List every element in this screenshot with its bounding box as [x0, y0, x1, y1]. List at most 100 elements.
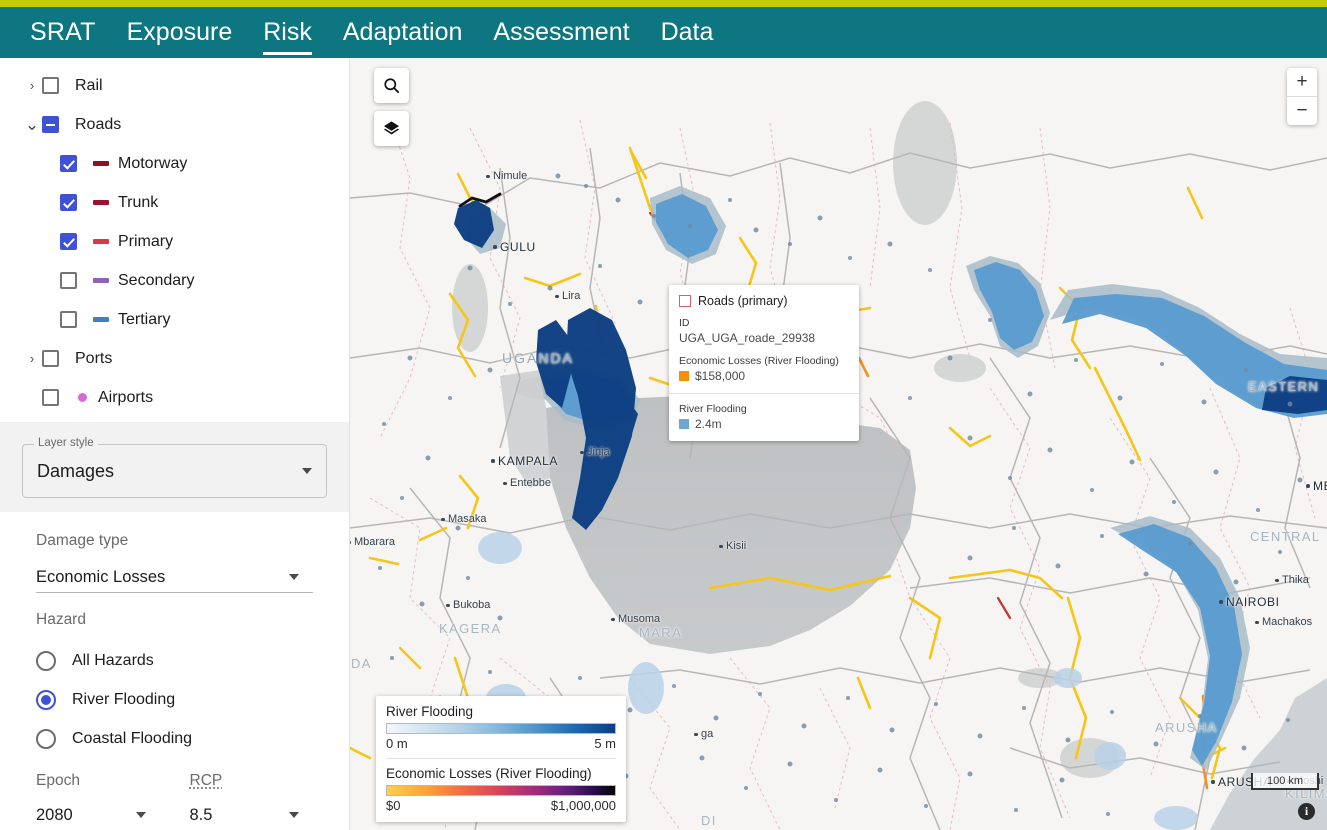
map-info-button[interactable]: i — [1298, 803, 1315, 820]
application-root: SRAT Exposure Risk Adaptation Assessment… — [0, 0, 1327, 830]
popup-value-id: UGA_UGA_roade_29938 — [679, 331, 816, 345]
map-city-dot-icon — [611, 617, 615, 622]
popup-key-economic-losses: Economic Losses (River Flooding) — [679, 355, 839, 367]
map-legend: River Flooding 0 m 5 m Economic Losses (… — [376, 696, 626, 822]
epoch-rcp-row: Epoch 2080 RCP 8.5 — [36, 772, 313, 830]
layer-style-select[interactable]: Layer style Damages — [22, 437, 327, 498]
damage-type-value: Economic Losses — [36, 567, 166, 586]
map-city-dot-icon — [1306, 484, 1310, 488]
map-city-dot-icon — [580, 450, 584, 455]
tree-item-label: Primary — [118, 232, 174, 250]
legend-gradient-economic-losses — [386, 785, 616, 796]
map-city-dot-icon — [1211, 780, 1215, 784]
hazard-label: Hazard — [36, 611, 86, 628]
hazard-radio-group: All Hazards River Flooding Coastal Floodin… — [36, 641, 313, 758]
tree-item-ports[interactable]: › Ports — [0, 339, 349, 378]
map-city-dot-icon — [694, 732, 698, 737]
economic-losses-swatch-icon — [679, 371, 689, 381]
hazard-option-label: River Flooding — [72, 690, 176, 708]
river-flooding-swatch-icon — [679, 419, 689, 429]
legend-min-river-flooding: 0 m — [386, 736, 408, 751]
popup-primary-section: Roads (primary) ID UGA_UGA_roade_29938 E… — [669, 285, 859, 393]
tree-item-primary[interactable]: Primary — [0, 222, 349, 261]
app-brand[interactable]: SRAT — [30, 7, 96, 58]
nav-item-assessment[interactable]: Assessment — [493, 7, 629, 58]
app-header: SRAT Exposure Risk Adaptation Assessment… — [0, 7, 1327, 58]
layer-style-value: Damages — [37, 460, 115, 481]
nav-item-risk[interactable]: Risk — [263, 7, 312, 58]
popup-value-river-flooding: 2.4m — [679, 417, 849, 431]
checkbox-trunk[interactable] — [60, 194, 77, 211]
epoch-label: Epoch — [36, 772, 80, 789]
nav-item-adaptation[interactable]: Adaptation — [343, 7, 463, 58]
tree-item-rail[interactable]: › Rail — [0, 66, 349, 105]
popup-key-id: ID — [679, 317, 690, 329]
search-icon — [384, 78, 400, 94]
tree-item-label: Airports — [98, 388, 154, 406]
chevron-down-icon — [289, 574, 299, 580]
legend-title-river-flooding: River Flooding — [386, 704, 474, 719]
legend-title-economic-losses: Economic Losses (River Flooding) — [386, 766, 592, 781]
map-city-dot-icon — [1219, 600, 1223, 604]
tree-item-secondary[interactable]: Secondary — [0, 261, 349, 300]
road-swatch-icon — [679, 295, 691, 307]
search-button[interactable] — [374, 68, 409, 103]
zoom-in-button[interactable]: + — [1287, 68, 1317, 96]
hazard-option-river-flooding[interactable]: River Flooding — [36, 680, 313, 719]
damage-type-label: Damage type — [36, 532, 129, 549]
left-sidebar: › Rail ⌄ Roads Motorway Trunk Primary Secondary… — [0, 58, 350, 830]
checkbox-roads[interactable] — [42, 116, 59, 133]
map-city-dot-icon — [719, 544, 723, 549]
chevron-down-icon[interactable]: ⌄ — [22, 116, 42, 133]
main-navigation: Exposure Risk Adaptation Assessment Data — [127, 7, 714, 58]
radio-icon[interactable] — [36, 650, 56, 671]
nav-item-data[interactable]: Data — [661, 7, 714, 58]
chevron-right-icon[interactable]: › — [22, 78, 42, 93]
checkbox-airports[interactable] — [42, 389, 59, 406]
tree-item-tertiary[interactable]: Tertiary — [0, 300, 349, 339]
chevron-down-icon — [289, 812, 299, 818]
line-swatch-icon — [93, 200, 109, 205]
hazard-option-label: All Hazards — [72, 651, 154, 669]
hazard-option-all-hazards[interactable]: All Hazards — [36, 641, 313, 680]
tree-item-label: Secondary — [118, 271, 195, 289]
line-swatch-icon — [93, 161, 109, 166]
radio-icon[interactable] — [36, 689, 56, 710]
zoom-out-button[interactable]: − — [1287, 96, 1317, 125]
checkbox-motorway[interactable] — [60, 155, 77, 172]
radio-icon[interactable] — [36, 728, 56, 749]
checkbox-primary[interactable] — [60, 233, 77, 250]
epoch-select[interactable]: 2080 — [36, 800, 160, 830]
hazard-option-coastal-flooding[interactable]: Coastal Flooding — [36, 719, 313, 758]
tree-item-airports[interactable]: ›Airports — [0, 378, 349, 417]
chevron-right-icon[interactable]: › — [22, 351, 42, 366]
layers-button[interactable] — [374, 111, 409, 146]
checkbox-rail[interactable] — [42, 77, 59, 94]
tree-item-label: Rail — [75, 76, 103, 94]
map-city-dot-icon — [446, 603, 450, 608]
tree-item-label: Motorway — [118, 154, 188, 172]
damage-options-card: Damage type Economic Losses Hazard All H… — [0, 512, 349, 830]
rcp-select[interactable]: 8.5 — [190, 800, 314, 830]
checkbox-tertiary[interactable] — [60, 311, 77, 328]
line-swatch-icon — [93, 278, 109, 283]
legend-block-river-flooding: River Flooding 0 m 5 m — [386, 704, 616, 751]
legend-max-river-flooding: 5 m — [594, 736, 616, 751]
line-swatch-icon — [93, 239, 109, 244]
tree-item-trunk[interactable]: Trunk — [0, 183, 349, 222]
damage-type-select[interactable]: Economic Losses — [36, 562, 313, 593]
popup-value-economic-losses: $158,000 — [679, 369, 849, 383]
popup-secondary-section: River Flooding 2.4m — [669, 393, 859, 441]
tree-item-motorway[interactable]: Motorway — [0, 144, 349, 183]
tree-item-roads[interactable]: ⌄ Roads — [0, 105, 349, 144]
nav-item-exposure[interactable]: Exposure — [127, 7, 233, 58]
map-city-dot-icon — [1275, 578, 1279, 583]
tree-item-label: Ports — [75, 349, 113, 367]
legend-min-economic-losses: $0 — [386, 798, 401, 813]
checkbox-ports[interactable] — [42, 350, 59, 367]
popup-value-river-flooding-text: 2.4m — [695, 417, 722, 431]
checkbox-secondary[interactable] — [60, 272, 77, 289]
map-canvas[interactable]: Nimule GULU Lira UGANDA KAMPALA Jinja Entebbe M… — [350, 58, 1327, 830]
legend-scale-river-flooding: 0 m 5 m — [386, 736, 616, 751]
feature-popup: Roads (primary) ID UGA_UGA_roade_29938 E… — [669, 285, 859, 441]
